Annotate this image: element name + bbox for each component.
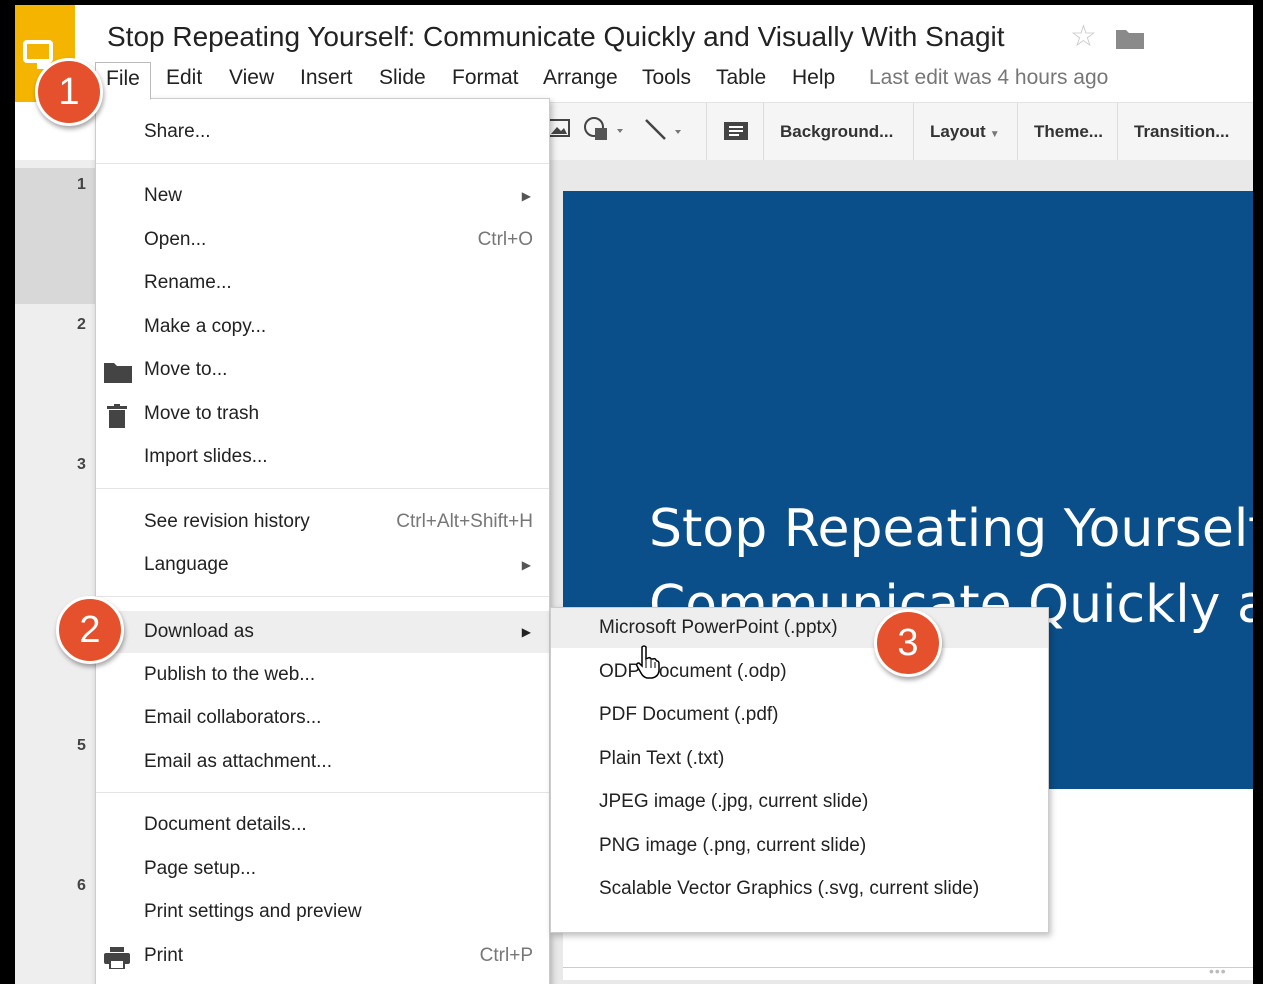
menu-help[interactable]: Help (792, 62, 835, 98)
menu-file[interactable]: File (95, 62, 151, 100)
download-pdf[interactable]: PDF Document (.pdf) (551, 695, 1048, 735)
comment-icon[interactable] (706, 103, 763, 161)
download-svg[interactable]: Scalable Vector Graphics (.svg, current … (551, 869, 1048, 909)
transition-button[interactable]: Transition... (1117, 103, 1245, 161)
menu-arrange[interactable]: Arrange (543, 62, 618, 98)
menu-separator (96, 596, 549, 597)
menu-table[interactable]: Table (716, 62, 766, 98)
slide-number: 6 (77, 877, 86, 894)
menu-move-to[interactable]: Move to... (96, 352, 549, 388)
menu-separator (96, 163, 549, 164)
download-txt[interactable]: Plain Text (.txt) (551, 739, 1048, 779)
download-odp[interactable]: ODP Document (.odp) (551, 652, 1048, 692)
menu-separator (96, 488, 549, 489)
slide-number: 1 (77, 176, 86, 193)
folder-icon (104, 360, 132, 396)
submenu-arrow-icon: ▶ (521, 189, 531, 203)
theme-button[interactable]: Theme... (1017, 103, 1119, 161)
layout-button[interactable]: Layout ▼ (913, 103, 1016, 161)
slides-app: Stop Repeating Yourself: Communicate Qui… (15, 5, 1253, 984)
shape-icon[interactable] (583, 115, 627, 150)
layout-caret-icon: ▼ (989, 129, 1000, 140)
menu-revision-history[interactable]: See revision history Ctrl+Alt+Shift+H (96, 504, 549, 540)
menu-document-details[interactable]: Document details... (96, 807, 549, 843)
callout-badge-2: 2 (56, 596, 124, 664)
menu-print[interactable]: Print Ctrl+P (96, 938, 549, 974)
canvas-divider (563, 967, 1253, 980)
menu-share[interactable]: Share... (96, 114, 549, 150)
line-icon[interactable] (643, 117, 687, 148)
folder-icon[interactable] (1116, 27, 1144, 54)
background-button[interactable]: Background... (763, 103, 909, 161)
callout-badge-1: 1 (35, 58, 103, 126)
hand-cursor-icon (635, 645, 661, 684)
download-png[interactable]: PNG image (.png, current slide) (551, 826, 1048, 866)
file-menu: Share... New ▶ Open... Ctrl+O Rename... Ma… (95, 98, 550, 984)
menu-make-copy[interactable]: Make a copy... (96, 309, 549, 345)
download-pptx[interactable]: Microsoft PowerPoint (.pptx) (551, 608, 1048, 648)
slide-filmstrip: 1 2 3 5 6 (15, 160, 95, 984)
callout-badge-3: 3 (874, 609, 942, 677)
menu-page-setup[interactable]: Page setup... (96, 851, 549, 887)
slide-number: 5 (77, 737, 86, 754)
menu-email-collaborators[interactable]: Email collaborators... (96, 700, 549, 736)
slide-number: 3 (77, 456, 86, 473)
last-edit-status[interactable]: Last edit was 4 hours ago (869, 62, 1108, 98)
menu-view[interactable]: View (229, 62, 274, 98)
menu-slide[interactable]: Slide (379, 62, 426, 98)
menu-rename[interactable]: Rename... (96, 265, 549, 301)
trash-icon (107, 404, 127, 441)
printer-icon (104, 946, 130, 982)
menu-print-settings[interactable]: Print settings and preview (96, 894, 549, 930)
menu-new[interactable]: New ▶ (96, 178, 549, 214)
download-jpg[interactable]: JPEG image (.jpg, current slide) (551, 782, 1048, 822)
image-icon[interactable] (548, 117, 570, 144)
menu-tools[interactable]: Tools (642, 62, 691, 98)
menu-format[interactable]: Format (452, 62, 519, 98)
resize-handle-icon[interactable]: ••• (1209, 963, 1227, 979)
document-title[interactable]: Stop Repeating Yourself: Communicate Qui… (107, 21, 1005, 53)
slide-title-line: Stop Repeating Yourself: (649, 499, 1253, 559)
menu-import-slides[interactable]: Import slides... (96, 439, 549, 475)
menu-move-to-trash[interactable]: Move to trash (96, 396, 549, 432)
menu-insert[interactable]: Insert (300, 62, 353, 98)
menu-email-attachment[interactable]: Email as attachment... (96, 744, 549, 780)
layout-label: Layout (930, 122, 986, 141)
submenu-arrow-icon: ▶ (521, 625, 531, 639)
slide-number: 2 (77, 316, 86, 333)
download-as-submenu: Microsoft PowerPoint (.pptx) ODP Documen… (550, 607, 1049, 933)
menu-language[interactable]: Language ▶ (96, 547, 549, 583)
menu-open[interactable]: Open... Ctrl+O (96, 222, 549, 258)
menu-separator (96, 792, 549, 793)
menu-edit[interactable]: Edit (166, 62, 202, 98)
star-icon[interactable]: ☆ (1070, 19, 1097, 54)
menu-download-as[interactable]: Download as ▶ (96, 611, 549, 653)
submenu-arrow-icon: ▶ (521, 558, 531, 572)
menu-publish-to-web[interactable]: Publish to the web... (96, 657, 549, 693)
